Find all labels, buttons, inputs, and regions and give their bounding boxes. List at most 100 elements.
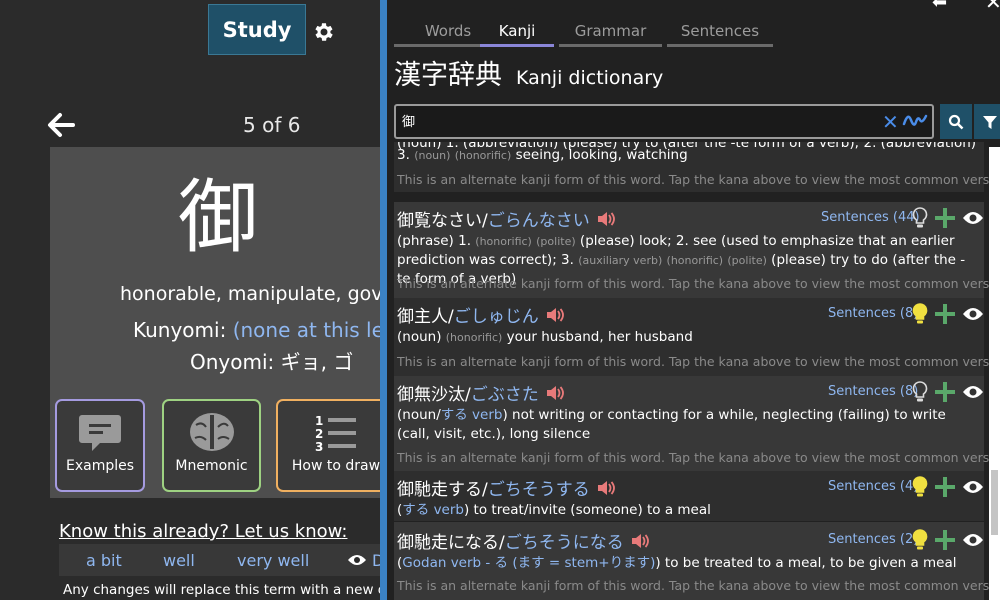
svg-text:2: 2 bbox=[315, 427, 323, 441]
eye-icon[interactable] bbox=[962, 479, 984, 495]
entry-headword[interactable]: 御覧なさい/ごらんなさい bbox=[397, 206, 616, 231]
add-icon[interactable] bbox=[934, 529, 956, 551]
def-tag[interactable]: する verb bbox=[402, 502, 464, 518]
def-tag: (honorific) bbox=[475, 235, 532, 248]
lightbulb-icon[interactable] bbox=[912, 303, 928, 325]
def-tag: (polite) bbox=[727, 254, 767, 267]
panel-divider[interactable] bbox=[380, 0, 387, 600]
entry-kanji: 御馳走になる bbox=[397, 533, 499, 553]
def-text: ) to be treated to a meal, to be given a… bbox=[655, 555, 957, 571]
numbered-list-icon: 1 2 3 bbox=[315, 414, 356, 453]
dictionary-subtitle: Kanji dictionary bbox=[516, 67, 664, 89]
entry-kanji: 御覧なさい bbox=[397, 211, 482, 231]
kunyomi-value[interactable]: (none at this level) bbox=[233, 318, 380, 342]
mnemonic-button[interactable]: Mnemonic bbox=[162, 399, 261, 492]
alt-form-note: This is an alternate kanji form of this … bbox=[397, 578, 992, 593]
speaker-icon[interactable] bbox=[545, 384, 565, 402]
eye-icon[interactable] bbox=[347, 553, 367, 567]
def-tag: (honorific) bbox=[454, 149, 512, 162]
filter-icon bbox=[983, 115, 997, 129]
sentences-link[interactable]: Sentences (44) bbox=[821, 210, 920, 225]
eye-icon[interactable] bbox=[962, 532, 984, 548]
lightbulb-icon[interactable] bbox=[912, 529, 928, 551]
results-list: (noun) 1. (abbreviation) (please) try to… bbox=[394, 142, 992, 600]
speaker-icon[interactable] bbox=[596, 210, 616, 228]
entry-kana[interactable]: ごぶさた bbox=[471, 385, 539, 405]
speech-bubble-icon bbox=[79, 415, 121, 451]
sentences-link[interactable]: Sentences (4) bbox=[828, 479, 918, 494]
search-input[interactable] bbox=[402, 113, 822, 128]
tab-grammar[interactable]: Grammar bbox=[559, 22, 662, 47]
list-item: 御馳走する/ごちそうする Sentences (4) (する verb) to tr… bbox=[394, 471, 984, 521]
def-tag[interactable]: する verb bbox=[441, 407, 503, 423]
entry-kana[interactable]: ごちそうになる bbox=[505, 533, 624, 553]
study-panel: Study 5 of 6 御 honorable, manipulate, go… bbox=[0, 0, 380, 600]
onyomi-reading: Onyomi: ギョ, ゴ bbox=[190, 350, 354, 374]
def-number: 3. bbox=[397, 147, 410, 163]
clear-icon[interactable]: ✕ bbox=[882, 110, 899, 134]
speaker-icon[interactable] bbox=[596, 479, 616, 497]
sentences-link[interactable]: Sentences (2) bbox=[828, 532, 918, 547]
entry-definition: (noun/する verb) not writing or contacting… bbox=[397, 406, 977, 444]
add-icon[interactable] bbox=[934, 207, 956, 229]
know-colon: : bbox=[341, 521, 348, 542]
def-tag: (honorific) bbox=[445, 331, 503, 344]
lightbulb-icon[interactable] bbox=[912, 207, 928, 229]
handwriting-icon[interactable] bbox=[902, 110, 928, 130]
rate-very-well-button[interactable]: very well bbox=[237, 551, 309, 570]
def-tag: (auxiliary verb) bbox=[578, 254, 663, 267]
entry-kana[interactable]: ごちそうする bbox=[488, 480, 590, 500]
sentences-link[interactable]: Sentences (8) bbox=[828, 384, 918, 399]
entry-headword[interactable]: 御馳走する/ごちそうする bbox=[397, 475, 616, 500]
eye-icon[interactable] bbox=[962, 306, 984, 322]
rate-dont-know-button[interactable]: Don't know bbox=[372, 551, 380, 570]
alt-form-note: This is an alternate kanji form of this … bbox=[397, 354, 992, 369]
eye-icon[interactable] bbox=[962, 210, 984, 226]
mnemonic-label: Mnemonic bbox=[175, 458, 248, 474]
back-icon[interactable]: ⬅ bbox=[932, 0, 947, 13]
def-text: (noun) bbox=[397, 329, 446, 345]
kunyomi-label: Kunyomi: bbox=[133, 318, 233, 342]
entry-definition: (noun) (honorific) your husband, her hus… bbox=[397, 328, 977, 347]
sentences-link[interactable]: Sentences (8) bbox=[828, 306, 918, 321]
close-icon[interactable]: ✕ bbox=[985, 0, 1000, 14]
def-tag[interactable]: Godan verb - る (ます = stem+ります) bbox=[402, 555, 655, 571]
tab-kanji[interactable]: Kanji bbox=[480, 22, 554, 47]
know-prompt-text[interactable]: Know this already? Let us know bbox=[59, 521, 341, 542]
entry-headword[interactable]: 御主人/ごしゅじん bbox=[397, 302, 565, 327]
svg-text:3: 3 bbox=[315, 440, 323, 453]
filter-button[interactable] bbox=[974, 104, 1000, 139]
tab-sentences[interactable]: Sentences bbox=[667, 22, 773, 47]
back-arrow-icon[interactable] bbox=[46, 110, 76, 140]
examples-button[interactable]: Examples bbox=[55, 399, 145, 492]
entry-kana[interactable]: ごらんなさい bbox=[488, 211, 590, 231]
entry-actions bbox=[912, 529, 984, 551]
gear-icon[interactable] bbox=[312, 20, 336, 44]
rate-well-button[interactable]: well bbox=[163, 551, 195, 570]
lightbulb-icon[interactable] bbox=[912, 381, 928, 403]
speaker-icon[interactable] bbox=[545, 306, 565, 324]
list-item: 御覧なさい/ごらんなさい Sentences (44) (phrase) 1. (h… bbox=[394, 202, 992, 298]
how-to-draw-button[interactable]: 1 2 3 How to draw bbox=[276, 399, 380, 492]
entry-headword[interactable]: 御馳走になる/ごちそうになる bbox=[397, 528, 650, 553]
change-notice: Any changes will replace this term with … bbox=[63, 582, 380, 598]
add-icon[interactable] bbox=[934, 476, 956, 498]
scrollbar-thumb[interactable] bbox=[991, 470, 998, 535]
add-icon[interactable] bbox=[934, 381, 956, 403]
entry-actions bbox=[912, 476, 984, 498]
search-button[interactable] bbox=[940, 104, 972, 139]
alt-form-note: This is an alternate kanji form of this … bbox=[397, 172, 992, 187]
lightbulb-icon[interactable] bbox=[912, 476, 928, 498]
study-button[interactable]: Study bbox=[208, 4, 306, 55]
know-prompt[interactable]: Know this already? Let us know: bbox=[59, 521, 347, 542]
entry-kana[interactable]: ごしゅじん bbox=[454, 307, 539, 327]
dictionary-title-kanji: 漢字辞典 bbox=[394, 60, 502, 91]
list-item: 御馳走になる/ごちそうになる Sentences (2) (Godan verb -… bbox=[394, 522, 992, 600]
speaker-icon[interactable] bbox=[630, 532, 650, 550]
add-icon[interactable] bbox=[934, 303, 956, 325]
entry-headword[interactable]: 御無沙汰/ごぶさた bbox=[397, 380, 565, 405]
rate-a-bit-button[interactable]: a bit bbox=[86, 551, 122, 570]
search-icon bbox=[948, 114, 964, 129]
eye-icon[interactable] bbox=[962, 384, 984, 400]
svg-text:1: 1 bbox=[315, 414, 323, 428]
